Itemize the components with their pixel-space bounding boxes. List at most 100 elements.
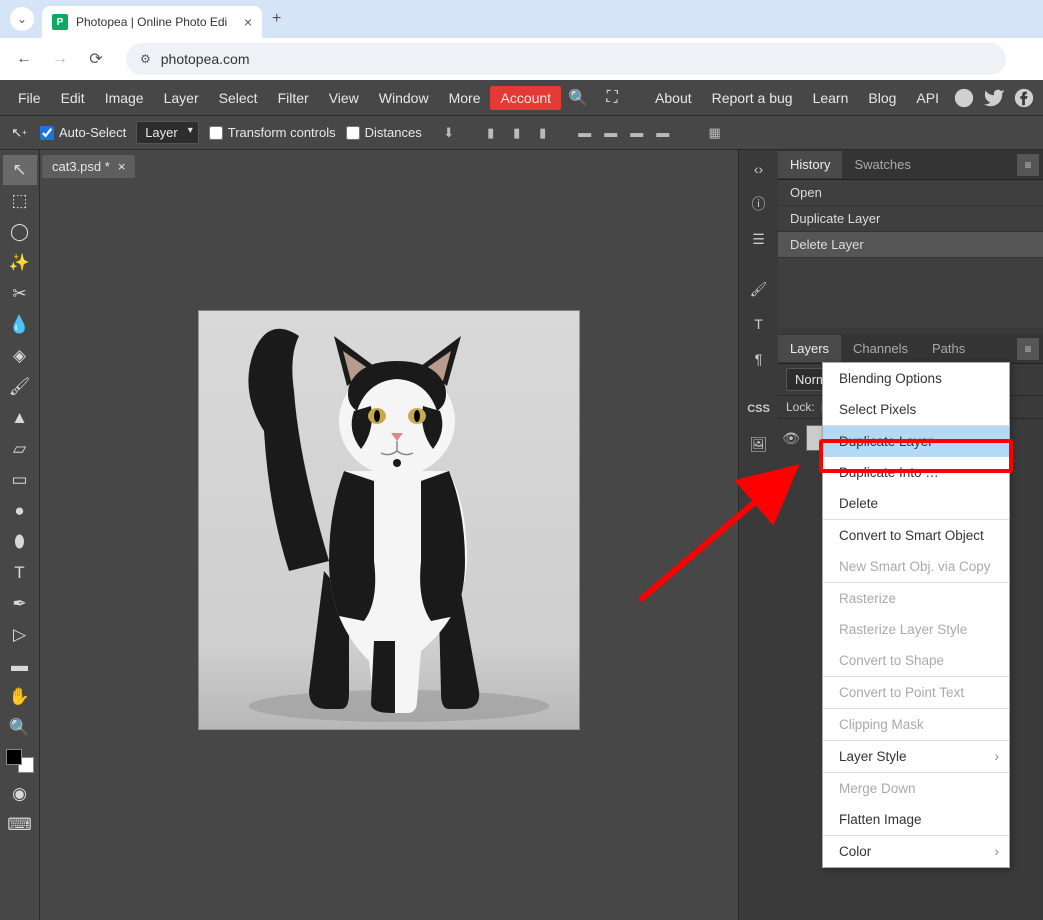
reddit-icon[interactable]: [953, 87, 975, 109]
color-swatch[interactable]: [6, 749, 34, 773]
history-item-open[interactable]: Open: [778, 180, 1043, 206]
history-item-duplicate[interactable]: Duplicate Layer: [778, 206, 1043, 232]
tab-swatches[interactable]: Swatches: [842, 151, 922, 178]
menu-filter[interactable]: Filter: [268, 84, 319, 112]
paragraph-icon[interactable]: ¶: [741, 343, 777, 375]
visibility-icon[interactable]: 👁: [782, 430, 800, 447]
tab-channels[interactable]: Channels: [841, 335, 920, 362]
browser-tab[interactable]: P Photopea | Online Photo Edi ×: [42, 6, 262, 38]
tab-paths[interactable]: Paths: [920, 335, 977, 362]
forward-button[interactable]: →: [44, 43, 76, 75]
adjustments-icon[interactable]: ☰: [741, 223, 777, 255]
transform-input[interactable]: [209, 126, 223, 140]
menu-layer[interactable]: Layer: [154, 84, 209, 112]
layer-dropdown[interactable]: Layer: [136, 121, 199, 144]
search-icon[interactable]: 🔍: [564, 84, 592, 112]
menu-edit[interactable]: Edit: [51, 84, 95, 112]
reload-button[interactable]: ⟳: [80, 43, 112, 75]
stamp-tool[interactable]: ▲: [3, 403, 37, 433]
gradient-tool[interactable]: ▭: [3, 465, 37, 495]
hand-tool[interactable]: ✋: [3, 682, 37, 712]
ctx-item-convert-to-smart-object[interactable]: Convert to Smart Object: [823, 520, 1009, 551]
align-bottom-icon[interactable]: ▬: [626, 123, 648, 143]
tab-history[interactable]: History: [778, 151, 842, 178]
ctx-item-delete[interactable]: Delete: [823, 488, 1009, 519]
crop-tool[interactable]: ✂: [3, 279, 37, 309]
menu-more[interactable]: More: [439, 84, 491, 112]
menu-api[interactable]: API: [906, 84, 949, 112]
menu-learn[interactable]: Learn: [803, 84, 859, 112]
blur-tool[interactable]: ●: [3, 496, 37, 526]
ctx-item-duplicate-into-[interactable]: Duplicate Into …: [823, 457, 1009, 488]
info-icon[interactable]: ⓘ: [741, 188, 777, 220]
brush-tool[interactable]: 🖌: [3, 372, 37, 402]
menu-window[interactable]: Window: [369, 84, 439, 112]
lasso-tool[interactable]: ◯: [3, 217, 37, 247]
align-top-icon[interactable]: ▬: [574, 123, 596, 143]
heal-tool[interactable]: ◈: [3, 341, 37, 371]
align-center-h-icon[interactable]: ▮: [506, 123, 528, 143]
type-tool[interactable]: T: [3, 558, 37, 588]
auto-select-checkbox[interactable]: Auto-Select: [40, 125, 126, 140]
menu-file[interactable]: File: [8, 84, 51, 112]
expand-arrows-icon[interactable]: ‹›: [741, 153, 777, 185]
ctx-item-flatten-image[interactable]: Flatten Image: [823, 804, 1009, 835]
distances-checkbox[interactable]: Distances: [346, 125, 422, 140]
ctx-item-new-smart-obj-via-copy: New Smart Obj. via Copy: [823, 551, 1009, 582]
menu-report-bug[interactable]: Report a bug: [702, 84, 803, 112]
ctx-item-layer-style[interactable]: Layer Style: [823, 741, 1009, 772]
menu-blog[interactable]: Blog: [858, 84, 906, 112]
fullscreen-icon[interactable]: ⛶: [598, 84, 626, 112]
ctx-item-select-pixels[interactable]: Select Pixels: [823, 394, 1009, 425]
url-field[interactable]: ⚙ photopea.com: [126, 43, 1006, 75]
document-tab[interactable]: cat3.psd * ×: [42, 155, 135, 178]
character-icon[interactable]: T: [741, 308, 777, 340]
shape-tool[interactable]: ▬: [3, 651, 37, 681]
dodge-tool[interactable]: ⬮: [3, 527, 37, 557]
menu-image[interactable]: Image: [95, 84, 154, 112]
ctx-item-blending-options[interactable]: Blending Options: [823, 363, 1009, 394]
keyboard-icon[interactable]: ⌨: [3, 810, 37, 840]
quickmask-tool[interactable]: ◉: [3, 779, 37, 809]
move-tool[interactable]: ↖: [3, 155, 37, 185]
menu-view[interactable]: View: [319, 84, 369, 112]
grid-icon[interactable]: ▦: [704, 123, 726, 143]
panel-menu-icon[interactable]: ≡: [1017, 338, 1039, 360]
download-icon[interactable]: ⬇: [438, 123, 460, 143]
close-icon[interactable]: ×: [244, 14, 252, 30]
magic-wand-tool[interactable]: ✨: [3, 248, 37, 278]
distribute-icon[interactable]: ▬: [652, 123, 674, 143]
eraser-tool[interactable]: ▱: [3, 434, 37, 464]
twitter-icon[interactable]: [983, 87, 1005, 109]
align-left-icon[interactable]: ▮: [480, 123, 502, 143]
eyedropper-tool[interactable]: 💧: [3, 310, 37, 340]
facebook-icon[interactable]: [1013, 87, 1035, 109]
ctx-item-duplicate-layer[interactable]: Duplicate Layer: [823, 426, 1009, 457]
pen-tool[interactable]: ✒: [3, 589, 37, 619]
menu-about[interactable]: About: [645, 84, 702, 112]
auto-select-input[interactable]: [40, 126, 54, 140]
css-icon[interactable]: CSS: [741, 393, 777, 425]
path-tool[interactable]: ▷: [3, 620, 37, 650]
new-tab-button[interactable]: +: [272, 10, 281, 28]
brush-settings-icon[interactable]: 🖌: [741, 273, 777, 305]
site-settings-icon[interactable]: ⚙: [140, 52, 151, 66]
tabs-dropdown-icon[interactable]: ⌄: [10, 7, 34, 31]
distances-input[interactable]: [346, 126, 360, 140]
close-icon[interactable]: ×: [118, 159, 126, 174]
ctx-item-color[interactable]: Color: [823, 836, 1009, 867]
back-button[interactable]: ←: [8, 43, 40, 75]
canvas-image[interactable]: [198, 310, 580, 730]
tab-layers[interactable]: Layers: [778, 335, 841, 362]
align-right-icon[interactable]: ▮: [532, 123, 554, 143]
align-middle-icon[interactable]: ▬: [600, 123, 622, 143]
history-item-delete[interactable]: Delete Layer: [778, 232, 1043, 258]
transform-controls-checkbox[interactable]: Transform controls: [209, 125, 336, 140]
marquee-tool[interactable]: ⬚: [3, 186, 37, 216]
distribute-group: ▬ ▬ ▬ ▬: [574, 123, 674, 143]
zoom-tool[interactable]: 🔍: [3, 713, 37, 743]
panel-menu-icon[interactable]: ≡: [1017, 154, 1039, 176]
menu-account[interactable]: Account: [490, 86, 561, 110]
menu-select[interactable]: Select: [209, 84, 268, 112]
foreground-color[interactable]: [6, 749, 22, 765]
